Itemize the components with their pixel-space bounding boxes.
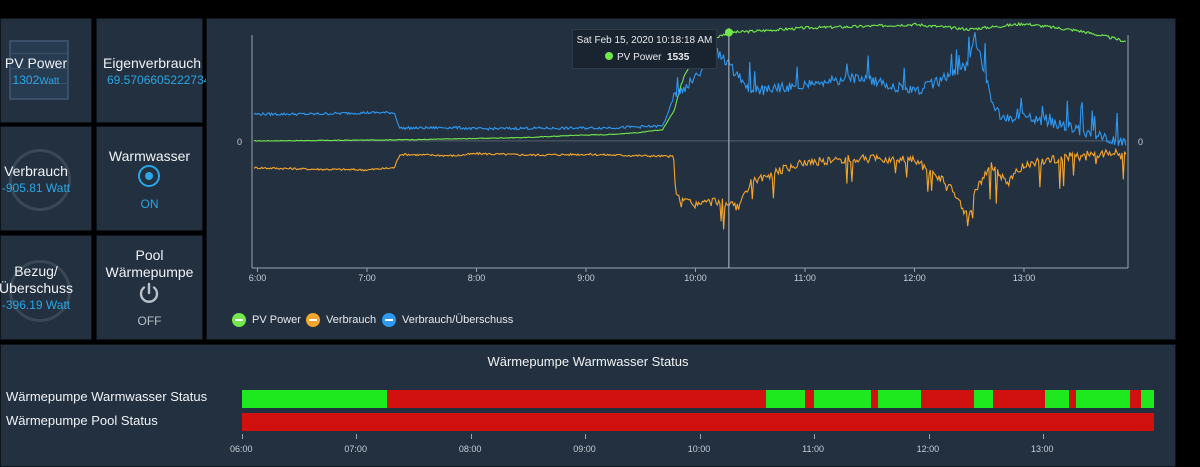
x-tick-label: 10:00 bbox=[684, 273, 707, 283]
legend-label: PV Power bbox=[252, 314, 301, 326]
x-tick-label: 11:00 bbox=[794, 273, 816, 283]
tooltip-date: Sat Feb 15, 2020 10:18:18 AM bbox=[576, 35, 713, 46]
x-tick-label: 9:00 bbox=[577, 273, 595, 283]
timeline-title: Wärmepumpe Warmwasser Status bbox=[487, 354, 689, 369]
x-tick-label: 6:00 bbox=[249, 273, 267, 283]
legend-label: Verbrauch bbox=[326, 314, 377, 326]
bezug-value: -396.19 Watt bbox=[1, 298, 71, 312]
tooltip-value: 1535 bbox=[667, 52, 690, 63]
legend-pv-power[interactable]: PV Power bbox=[232, 313, 301, 327]
legend-swatch bbox=[382, 313, 396, 327]
x-tick-label: 8:00 bbox=[468, 273, 486, 283]
pool-state: OFF bbox=[137, 314, 162, 328]
legend-label: Verbrauch/Überschuss bbox=[402, 314, 514, 326]
chart-tooltip: Sat Feb 15, 2020 10:18:18 AM PV Power 15… bbox=[572, 29, 717, 69]
legend-swatch bbox=[232, 313, 246, 327]
x-tick-label: 12:00 bbox=[903, 273, 926, 283]
tooltip-series: PV Power bbox=[617, 52, 662, 63]
legend-verbrauch[interactable]: Verbrauch bbox=[306, 313, 376, 327]
x-tick-label: 7:00 bbox=[358, 273, 376, 283]
y-tick-label-right: 0 bbox=[1138, 137, 1143, 147]
timeline-row-label-pool: Wärmepumpe Pool Status bbox=[6, 413, 158, 428]
timeline-row-label-warmwasser: Wärmepumpe Warmwasser Status bbox=[6, 389, 208, 404]
tooltip-dot bbox=[605, 52, 613, 60]
x-tick-label: 13:00 bbox=[1013, 273, 1036, 283]
legend-swatch bbox=[306, 313, 320, 327]
crosshair-point bbox=[724, 28, 733, 37]
tooltip-row: PV Power 1535 bbox=[605, 52, 689, 63]
y-tick-label-left: 0 bbox=[237, 137, 242, 147]
series-line-verbrauch bbox=[253, 147, 1127, 230]
legend-verbrauch-ueberschuss[interactable]: Verbrauch/Überschuss bbox=[382, 313, 513, 327]
